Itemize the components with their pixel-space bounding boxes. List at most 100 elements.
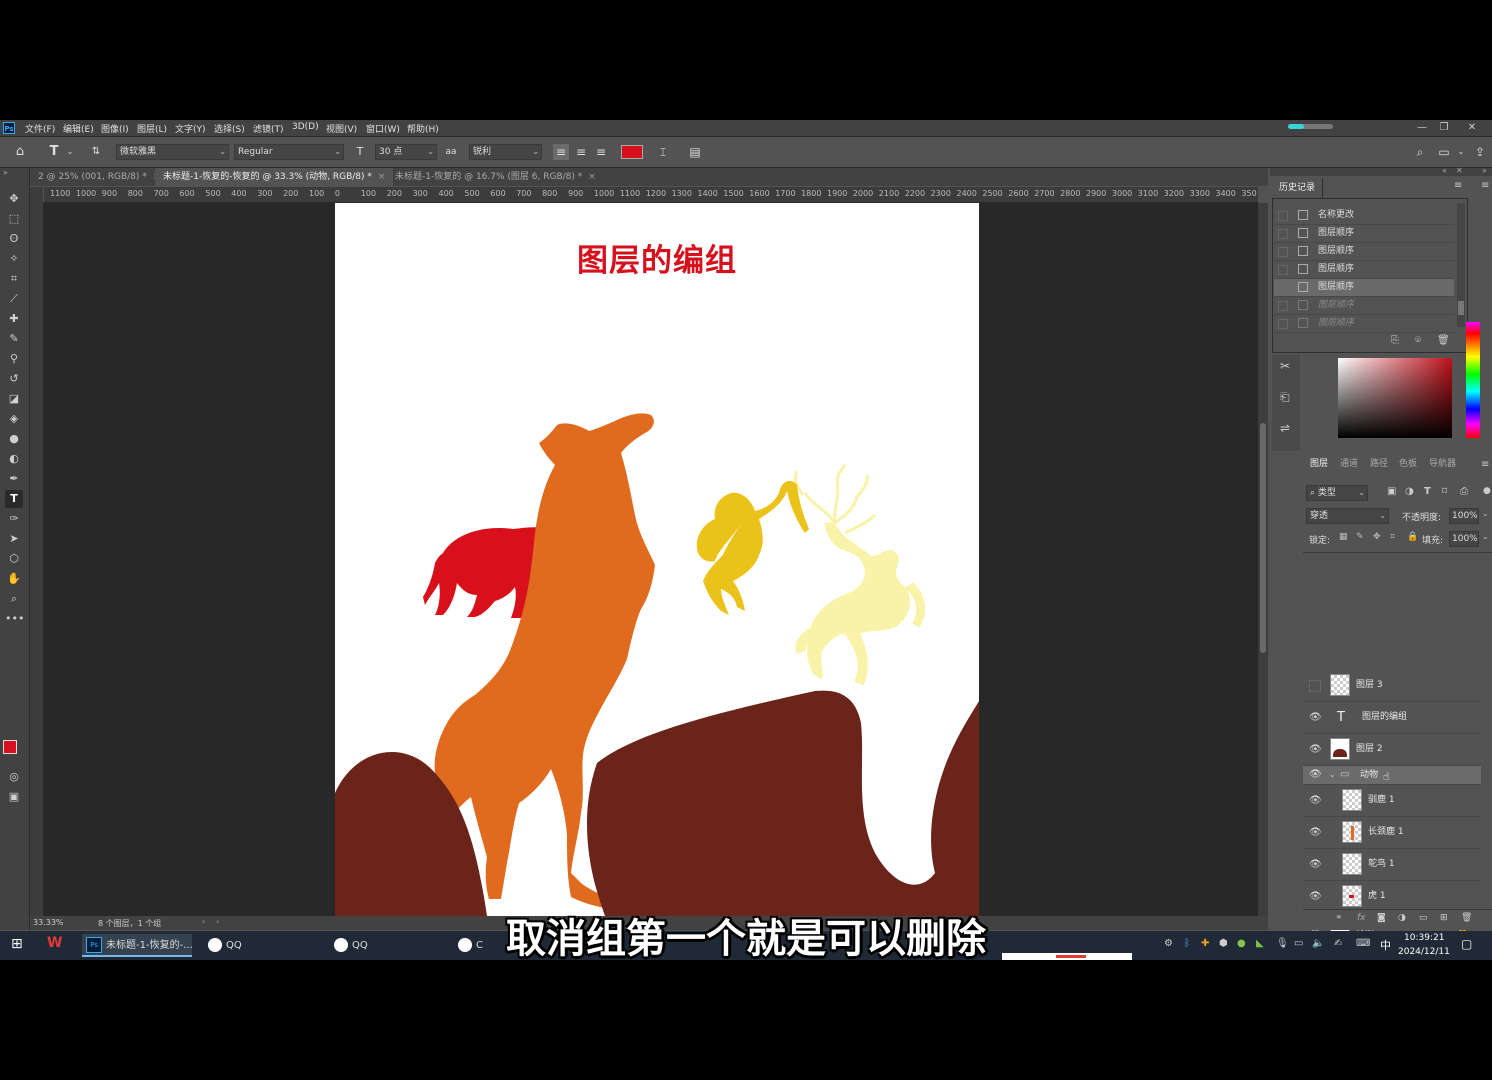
collapse-icon[interactable]: «	[1442, 166, 1447, 175]
history-scrollbar[interactable]	[1457, 203, 1465, 327]
eye-icon[interactable]: 👁	[1309, 734, 1322, 765]
eye-icon[interactable]: 👁	[1309, 849, 1322, 880]
blur-tool-icon[interactable]: ●	[5, 430, 23, 448]
layer-name[interactable]: 图层的编组	[1362, 702, 1407, 733]
collapse-icon[interactable]: »	[3, 168, 8, 177]
more-tools-icon[interactable]: •••	[5, 610, 24, 628]
restore-button[interactable]: ❐	[1433, 120, 1455, 136]
minimize-button[interactable]: —	[1411, 120, 1433, 136]
layer-name[interactable]: 驯鹿 1	[1368, 785, 1395, 816]
history-checkbox[interactable]	[1278, 265, 1288, 275]
font-family-select[interactable]: 微软雅黑 ⌄	[116, 144, 229, 160]
history-item[interactable]: 图层顺序	[1274, 297, 1454, 315]
zoom-tool-icon[interactable]: ⌕	[5, 590, 23, 608]
foreground-color-swatch[interactable]	[3, 740, 17, 754]
layer-name[interactable]: 鸵鸟 1	[1368, 849, 1395, 880]
vertical-scrollbar[interactable]	[1258, 203, 1268, 916]
color-picker-field[interactable]	[1338, 358, 1452, 438]
scrollbar-thumb[interactable]	[1260, 423, 1266, 653]
eye-icon[interactable]: 👁	[1309, 817, 1322, 848]
close-icon[interactable]: ✕	[1456, 166, 1463, 175]
home-icon[interactable]: ⌂	[12, 144, 28, 160]
ruler-origin[interactable]	[30, 187, 43, 202]
magic-wand-tool-icon[interactable]: ✧	[5, 250, 23, 268]
eye-icon[interactable]: 👁	[1309, 702, 1322, 733]
healing-brush-tool-icon[interactable]: ✚	[5, 310, 23, 328]
menu-edit[interactable]: 编辑(E)	[63, 122, 94, 135]
tab-document-active[interactable]: 未标题-1-恢复的-恢复的 @ 33.3% (动物, RGB/8) * ×	[155, 168, 394, 186]
align-left-icon[interactable]: ≡	[553, 144, 569, 160]
tab-document-3[interactable]: 未标题-1-恢复的 @ 16.7% (图层 6, RGB/8) * ×	[387, 168, 604, 186]
eye-icon[interactable]: 👁	[1309, 785, 1322, 816]
tab-document-2[interactable]: 2 @ 25% (001, RGB/8) *×	[30, 168, 168, 186]
fill-input[interactable]: 100%	[1449, 531, 1479, 547]
text-orientation-icon[interactable]: ⇅	[88, 144, 104, 160]
close-button[interactable]: ✕	[1461, 120, 1483, 136]
eraser-tool-icon[interactable]: ◪	[5, 390, 23, 408]
hills-shape[interactable]	[335, 690, 979, 916]
history-item-selected[interactable]: 图层顺序	[1274, 279, 1454, 297]
tab-layers[interactable]: 图层	[1310, 454, 1328, 474]
filter-toggle-icon[interactable]: ●	[1483, 486, 1491, 496]
text-color-swatch[interactable]	[621, 145, 643, 159]
history-checkbox[interactable]	[1278, 247, 1288, 257]
new-document-from-state-icon[interactable]: ⎘	[1391, 335, 1399, 346]
layer-row-group-animals[interactable]: 👁 ⌄ ▭ 动物 ☝	[1303, 766, 1481, 785]
align-center-icon[interactable]: ≡	[573, 144, 589, 160]
menu-window[interactable]: 窗口(W)	[366, 122, 400, 135]
history-checkbox[interactable]	[1278, 283, 1288, 293]
layer-name[interactable]: 图层 3	[1356, 670, 1383, 701]
layer-row-text[interactable]: 👁 T 图层的编组	[1303, 702, 1481, 734]
visibility-toggle-off[interactable]	[1309, 680, 1321, 692]
tools-icon[interactable]: ✂	[1280, 359, 1290, 373]
shape-tool-icon[interactable]: ⬡	[5, 550, 23, 568]
text-tool-preset-icon[interactable]: T	[46, 144, 62, 160]
layer-row-giraffe[interactable]: 👁 长颈鹿 1	[1303, 817, 1481, 849]
panel-menu-icon[interactable]: ≡	[1481, 180, 1489, 191]
libraries-icon[interactable]: ⎗	[1280, 390, 1290, 405]
lasso-tool-icon[interactable]: ʘ	[5, 230, 23, 248]
scrollbar-thumb[interactable]	[1458, 301, 1464, 315]
screen-mode-icon[interactable]: ▣	[5, 788, 23, 806]
character-panel-icon[interactable]: ▤	[687, 144, 703, 160]
layer-row-deer[interactable]: 👁 驯鹿 1	[1303, 785, 1481, 817]
filter-shape-icon[interactable]: ⌑	[1442, 486, 1447, 497]
layer-name[interactable]: 长颈鹿 1	[1368, 817, 1404, 848]
deer-silhouette[interactable]	[793, 464, 926, 686]
tab-paths[interactable]: 路径	[1370, 454, 1388, 474]
path-selection-tool-icon[interactable]: ➤	[5, 530, 23, 548]
clone-stamp-tool-icon[interactable]: ⚲	[5, 350, 23, 368]
trash-icon[interactable]: 🗑	[1437, 335, 1450, 346]
brush-tool-icon[interactable]: ✎	[5, 330, 23, 348]
opacity-input[interactable]: 100%	[1449, 508, 1479, 524]
filter-pixel-icon[interactable]: ▣	[1387, 486, 1396, 497]
filter-adjustment-icon[interactable]: ◑	[1405, 486, 1414, 497]
history-item[interactable]: 图层顺序	[1274, 243, 1454, 261]
layer-row-layer3[interactable]: 图层 3	[1303, 670, 1481, 702]
pen-path-tool-icon[interactable]: ✑	[5, 510, 23, 528]
chevron-down-icon[interactable]: ⌄	[62, 144, 78, 160]
warp-text-icon[interactable]: ⌶	[655, 144, 671, 160]
collapse-icon[interactable]: »	[1482, 166, 1487, 175]
filter-smart-object-icon[interactable]: ⎙	[1460, 486, 1468, 497]
panel-menu-icon[interactable]: ≡	[1481, 459, 1489, 470]
history-item[interactable]: 名称更改	[1274, 207, 1454, 225]
share-icon[interactable]: ⇪	[1472, 144, 1488, 160]
layer-name[interactable]: 图层 2	[1356, 734, 1383, 765]
vertical-ruler[interactable]	[30, 202, 44, 916]
menu-help[interactable]: 帮助(H)	[407, 122, 439, 135]
antialias-select[interactable]: 锐利 ⌄	[469, 144, 542, 160]
lock-all-icon[interactable]: 🔒	[1407, 532, 1418, 542]
document-canvas[interactable]: 图层的编组	[335, 203, 979, 916]
dodge-tool-icon[interactable]: ◐	[5, 450, 23, 468]
chevron-down-icon[interactable]: ⌄	[1453, 144, 1469, 160]
history-item[interactable]: 图层顺序	[1274, 315, 1454, 333]
tab-swatches[interactable]: 色板	[1399, 454, 1417, 474]
lock-artboard-icon[interactable]: ⌗	[1390, 532, 1395, 542]
pen-tool-icon[interactable]: ✒	[5, 470, 23, 488]
menu-3d[interactable]: 3D(D)	[292, 122, 319, 132]
history-checkbox[interactable]	[1278, 229, 1288, 239]
type-tool-icon[interactable]: T	[5, 490, 23, 508]
snapshot-icon[interactable]: ⌾	[1415, 335, 1421, 346]
eyedropper-tool-icon[interactable]: ⟋	[5, 290, 23, 308]
